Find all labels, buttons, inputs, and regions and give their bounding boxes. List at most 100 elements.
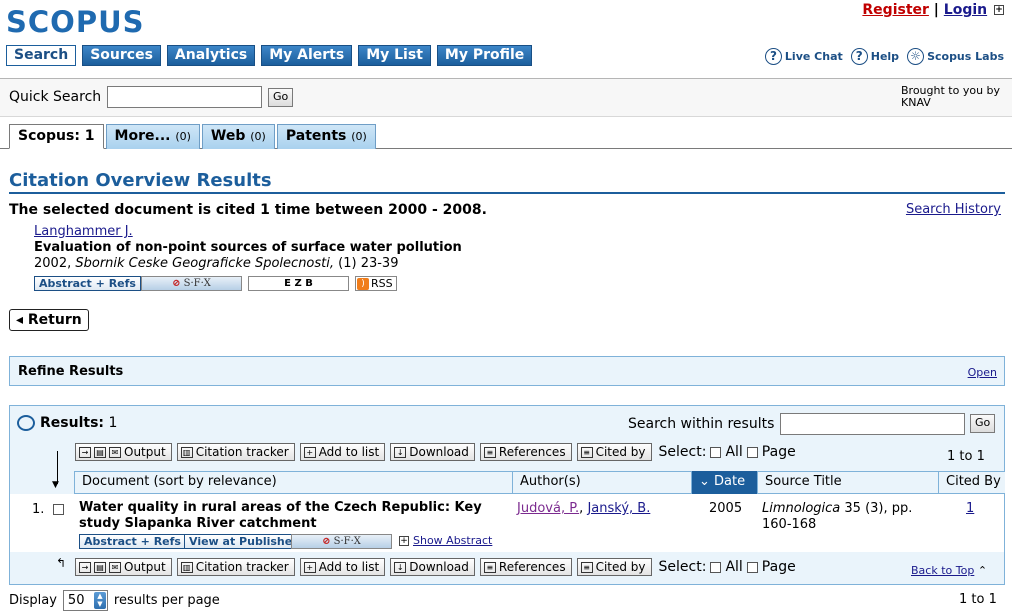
return-button[interactable]: ◂ Return (9, 309, 89, 331)
spinner-icon: ▲ ▼ (93, 592, 106, 609)
refine-open-link[interactable]: Open (968, 366, 997, 379)
nav-my-alerts[interactable]: My Alerts (261, 45, 353, 66)
rss-button[interactable]: ) RSS (355, 276, 397, 291)
row-number: 1. (32, 502, 45, 517)
download-icon: ↓ (394, 561, 407, 573)
title-underline (9, 192, 1005, 194)
add-to-list-button-bottom[interactable]: + Add to list (299, 558, 386, 576)
refresh-icon[interactable] (17, 415, 35, 431)
tab-web[interactable]: Web (0) (201, 124, 275, 149)
export-icon: → (79, 561, 91, 573)
references-icon: ≡ (483, 561, 496, 573)
cited-by-button-bottom[interactable]: ≡ Cited by (576, 558, 652, 576)
abstract-refs-button[interactable]: Abstract + Refs (34, 276, 141, 291)
row-source: Limnologica 35 (3), pp. 160-168 (762, 501, 913, 532)
row-cited-by-link[interactable]: 1 (966, 501, 974, 516)
per-page-select[interactable]: 50 ▲ ▼ (62, 590, 108, 611)
download-icon: ↓ (394, 446, 407, 458)
refine-panel (9, 356, 1005, 386)
document-author-link[interactable]: Langhammer J. (34, 224, 133, 239)
refine-label: Refine Results (18, 364, 124, 379)
list-add-icon: + (303, 446, 316, 458)
nav-my-list[interactable]: My List (358, 45, 431, 66)
register-link[interactable]: Register (862, 2, 929, 18)
tab-patents[interactable]: Patents (0) (276, 124, 376, 149)
download-button-bottom[interactable]: ↓ Download (390, 558, 475, 576)
print-icon: ▤ (94, 446, 106, 458)
expand-plus-icon[interactable]: + (994, 5, 1004, 15)
nav-my-profile[interactable]: My Profile (436, 45, 533, 66)
quick-search-input[interactable] (107, 86, 262, 108)
live-chat-link[interactable]: ? Live Chat (764, 48, 843, 65)
email-icon: ✉ (109, 561, 121, 573)
results-header: Results: 1 (17, 415, 117, 431)
select-page-checkbox-bottom[interactable] (746, 561, 758, 573)
show-abstract-link[interactable]: Show Abstract (413, 534, 492, 547)
row-sfx-button[interactable]: ⊘ S·F·X (291, 534, 392, 549)
references-button-bottom[interactable]: ≡ References (479, 558, 572, 576)
export-icon: → (79, 446, 91, 458)
paging-top: 1 to 1 (947, 449, 985, 464)
help-bar: ? Live Chat ? Help ☼ Scopus Labs (764, 48, 1004, 65)
search-within-label: Search within results (628, 416, 775, 432)
select-all-checkbox-bottom[interactable] (710, 561, 722, 573)
row-author-2[interactable]: Janský, B. (587, 501, 650, 516)
results-toolbar-top: → ▤ ✉ Output ▥ Citation tracker + Add to list… (75, 443, 796, 461)
print-icon: ▤ (94, 561, 106, 573)
add-to-list-button[interactable]: + Add to list (299, 443, 386, 461)
row-checkbox[interactable] (53, 504, 64, 515)
row-authors: Judová, P., Janský, B. (517, 501, 651, 516)
select-all-checkbox[interactable] (710, 446, 722, 458)
rss-icon: ) (357, 278, 369, 290)
separator: | (933, 2, 939, 18)
scopus-logo[interactable]: SCOPUS (6, 6, 145, 38)
col-authors[interactable]: Author(s) (512, 471, 691, 494)
arrow-up-icon: ↰ (56, 556, 67, 570)
show-abstract-plus-icon[interactable]: + (399, 536, 409, 546)
row-author-1[interactable]: Judová, P. (517, 501, 579, 516)
cited-by-icon: ≡ (580, 446, 593, 458)
col-source-title[interactable]: Source Title (757, 471, 938, 494)
sfx-button[interactable]: ⊘ S·F·X (141, 276, 242, 291)
help-link[interactable]: ? Help (850, 48, 899, 65)
login-link[interactable]: Login (944, 2, 987, 18)
quick-search-go-button[interactable]: Go (268, 88, 294, 107)
cited-summary: The selected document is cited 1 time be… (9, 202, 487, 218)
lightbulb-icon: ☼ (907, 48, 925, 65)
nav-search[interactable]: Search (6, 45, 77, 66)
output-button-bottom[interactable]: → ▤ ✉ Output (75, 558, 172, 576)
nav-analytics[interactable]: Analytics (166, 45, 256, 66)
search-within-go-button[interactable]: Go (970, 414, 996, 433)
cited-by-icon: ≡ (580, 561, 593, 573)
col-cited-by[interactable]: Cited By (938, 471, 1005, 494)
search-history-link[interactable]: Search History (906, 202, 1001, 217)
ezb-button[interactable]: E Z B (248, 276, 349, 291)
row-view-publisher-button[interactable]: View at Publisher (184, 534, 303, 549)
cited-by-button[interactable]: ≡ Cited by (576, 443, 652, 461)
chevron-up-icon: ⌃ (977, 564, 988, 577)
col-document[interactable]: Document (sort by relevance) (74, 471, 512, 494)
row-title[interactable]: Water quality in rural areas of the Czec… (79, 500, 499, 532)
references-icon: ≡ (483, 446, 496, 458)
references-button[interactable]: ≡ References (479, 443, 572, 461)
paging-bottom: 1 to 1 (959, 592, 997, 607)
results-toolbar-bottom: → ▤ ✉ Output ▥ Citation tracker + Add to list… (75, 558, 796, 576)
scopus-labs-link[interactable]: ☼ Scopus Labs (907, 48, 1004, 65)
account-links: Register | Login + (862, 2, 1004, 18)
email-icon: ✉ (109, 446, 121, 458)
col-date[interactable]: ⌄ Date (691, 471, 757, 494)
back-to-top[interactable]: Back to Top ⌃ (911, 564, 987, 577)
list-add-icon: + (303, 561, 316, 573)
nav-sources[interactable]: Sources (82, 45, 161, 66)
arrow-down-icon: ▼ (52, 480, 59, 490)
search-within-input[interactable] (780, 413, 965, 435)
tab-scopus[interactable]: Scopus: 1 (9, 124, 104, 149)
download-button[interactable]: ↓ Download (390, 443, 475, 461)
select-page-checkbox[interactable] (746, 446, 758, 458)
citation-tracker-button-bottom[interactable]: ▥ Citation tracker (176, 558, 295, 576)
sort-chevron-icon: ⌄ (699, 474, 710, 489)
row-abstract-refs-button[interactable]: Abstract + Refs (79, 534, 186, 549)
citation-tracker-button[interactable]: ▥ Citation tracker (176, 443, 295, 461)
output-button[interactable]: → ▤ ✉ Output (75, 443, 172, 461)
tab-more[interactable]: More... (0) (105, 124, 200, 149)
